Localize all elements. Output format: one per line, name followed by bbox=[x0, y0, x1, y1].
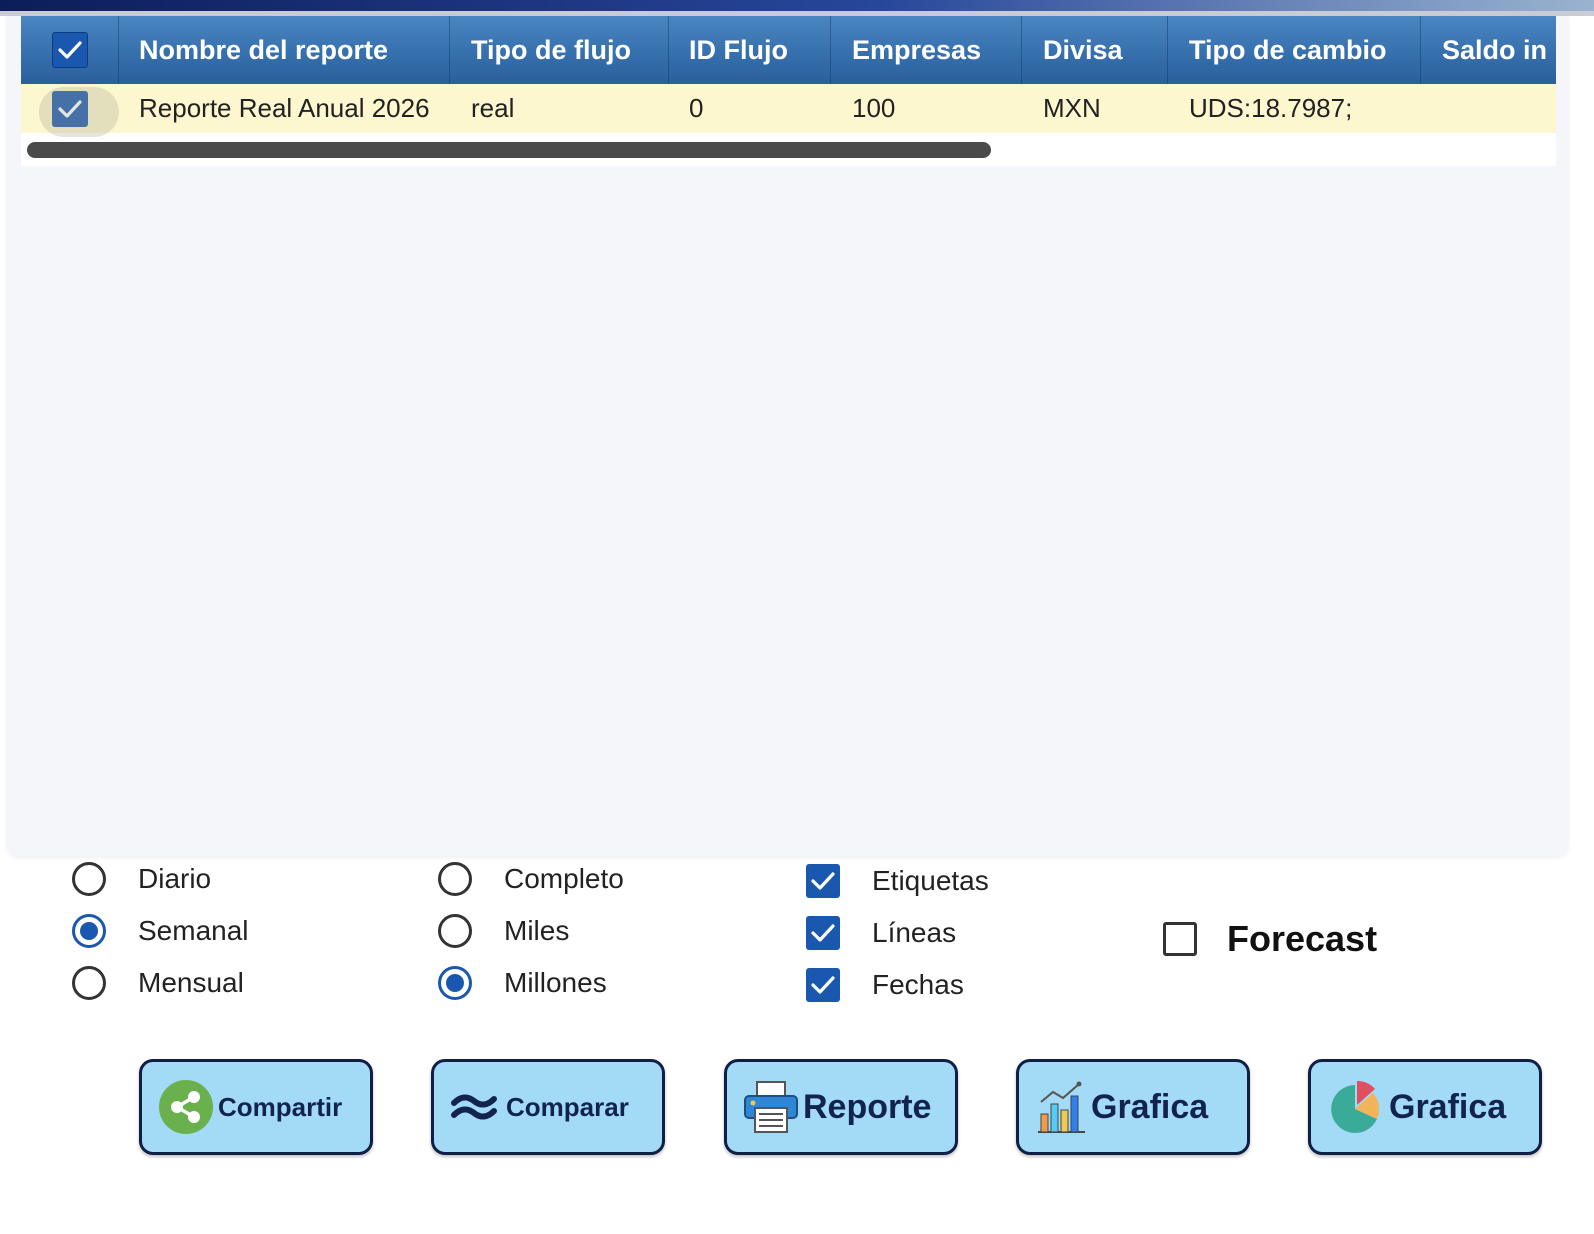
checkbox-label-fechas: Fechas bbox=[872, 969, 964, 1000]
comparar-button[interactable]: Comparar bbox=[431, 1059, 665, 1155]
column-header-saldo[interactable]: Saldo in bbox=[1421, 16, 1556, 84]
checkmark-icon bbox=[811, 924, 835, 942]
radio-completo[interactable] bbox=[438, 862, 472, 896]
radio-option-diario[interactable]: Diario bbox=[72, 862, 211, 896]
forecast-checkbox[interactable] bbox=[1163, 922, 1197, 956]
table-row[interactable]: Reporte Real Anual 2026 real 0 100 MXN U… bbox=[21, 84, 1556, 133]
column-header-tipo-flujo[interactable]: Tipo de flujo bbox=[450, 16, 669, 84]
checkbox-option-lineas[interactable]: Líneas bbox=[806, 916, 956, 950]
radio-option-semanal[interactable]: Semanal bbox=[72, 914, 249, 948]
grafica-bar-button[interactable]: Grafica bbox=[1016, 1059, 1250, 1155]
cell-id-flujo: 0 bbox=[689, 93, 704, 123]
reporte-button[interactable]: Reporte bbox=[724, 1059, 958, 1155]
column-header-divisa[interactable]: Divisa bbox=[1022, 16, 1168, 84]
checkbox-fechas[interactable] bbox=[806, 968, 840, 1002]
grafica-bar-label: Grafica bbox=[1091, 1087, 1209, 1126]
radio-semanal[interactable] bbox=[72, 914, 106, 948]
radio-miles[interactable] bbox=[438, 914, 472, 948]
checkmark-icon bbox=[57, 41, 82, 59]
cell-tipo-cambio: UDS:18.7987; bbox=[1189, 93, 1353, 123]
horizontal-scrollbar[interactable] bbox=[27, 142, 991, 158]
pie-chart-icon bbox=[1327, 1079, 1385, 1135]
column-header-tipo-cambio[interactable]: Tipo de cambio bbox=[1168, 16, 1421, 84]
grafica-pie-label: Grafica bbox=[1389, 1087, 1507, 1126]
checkbox-focus-halo bbox=[39, 87, 119, 137]
header-select-all-cell bbox=[21, 16, 119, 84]
radio-diario[interactable] bbox=[72, 862, 106, 896]
column-header-empresas[interactable]: Empresas bbox=[831, 16, 1022, 84]
radio-label-miles: Miles bbox=[504, 915, 570, 946]
forecast-option[interactable]: Forecast bbox=[1163, 918, 1377, 960]
radio-option-miles[interactable]: Miles bbox=[438, 914, 569, 948]
radio-option-mensual[interactable]: Mensual bbox=[72, 966, 244, 1000]
radio-millones[interactable] bbox=[438, 966, 472, 1000]
checkbox-option-etiquetas[interactable]: Etiquetas bbox=[806, 864, 989, 898]
reporte-label: Reporte bbox=[803, 1087, 932, 1126]
cell-nombre: Reporte Real Anual 2026 bbox=[139, 93, 430, 123]
radio-label-diario: Diario bbox=[138, 863, 212, 894]
cell-divisa: MXN bbox=[1043, 93, 1101, 123]
cell-empresas: 100 bbox=[852, 93, 896, 123]
printer-icon bbox=[743, 1080, 799, 1134]
cell-tipo-flujo: real bbox=[471, 93, 515, 123]
radio-label-semanal: Semanal bbox=[138, 915, 249, 946]
checkmark-icon bbox=[811, 976, 835, 994]
grafica-pie-button[interactable]: Grafica bbox=[1308, 1059, 1542, 1155]
checkmark-icon bbox=[811, 872, 835, 890]
radio-option-millones[interactable]: Millones bbox=[438, 966, 607, 1000]
comparar-label: Comparar bbox=[506, 1091, 629, 1122]
checkbox-label-lineas: Líneas bbox=[872, 917, 957, 948]
compartir-label: Compartir bbox=[218, 1091, 343, 1122]
waves-icon bbox=[450, 1087, 502, 1127]
cell-saldo bbox=[1421, 84, 1556, 133]
column-header-id-flujo[interactable]: ID Flujo bbox=[669, 16, 831, 84]
compartir-button[interactable]: Compartir bbox=[139, 1059, 373, 1155]
radio-option-completo[interactable]: Completo bbox=[438, 862, 624, 896]
forecast-label: Forecast bbox=[1227, 918, 1378, 959]
bar-chart-icon bbox=[1035, 1080, 1087, 1134]
share-icon bbox=[158, 1079, 214, 1135]
checkbox-option-fechas[interactable]: Fechas bbox=[806, 968, 964, 1002]
radio-label-completo: Completo bbox=[504, 863, 624, 894]
radio-label-millones: Millones bbox=[504, 967, 607, 998]
checkbox-label-etiquetas: Etiquetas bbox=[872, 865, 989, 896]
select-all-checkbox[interactable] bbox=[51, 32, 88, 68]
checkbox-lineas[interactable] bbox=[806, 916, 840, 950]
column-header-nombre[interactable]: Nombre del reporte bbox=[119, 16, 450, 84]
table-header: Nombre del reporte Tipo de flujo ID Fluj… bbox=[21, 16, 1556, 84]
checkbox-etiquetas[interactable] bbox=[806, 864, 840, 898]
radio-mensual[interactable] bbox=[72, 966, 106, 1000]
radio-label-mensual: Mensual bbox=[138, 967, 244, 998]
top-header-bar bbox=[0, 0, 1594, 16]
